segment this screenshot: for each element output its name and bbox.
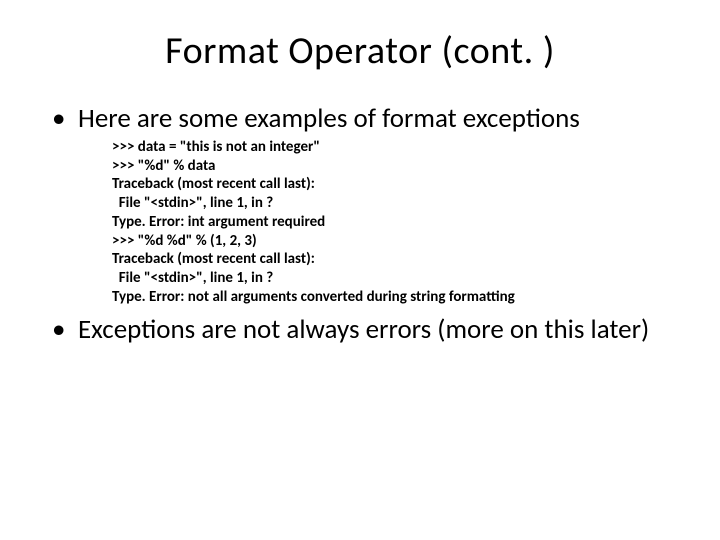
bullet-item: Here are some examples of format excepti… (70, 102, 674, 307)
bullet-list: Here are some examples of format excepti… (46, 102, 674, 346)
bullet-item: Exceptions are not always errors (more o… (70, 313, 674, 347)
bullet-text: Exceptions are not always errors (more o… (78, 313, 649, 346)
code-block: >>> data = "this is not an integer" >>> … (112, 138, 674, 307)
bullet-text: Here are some examples of format excepti… (78, 102, 580, 135)
slide-title: Format Operator (cont. ) (46, 28, 674, 74)
slide: Format Operator (cont. ) Here are some e… (0, 0, 720, 540)
